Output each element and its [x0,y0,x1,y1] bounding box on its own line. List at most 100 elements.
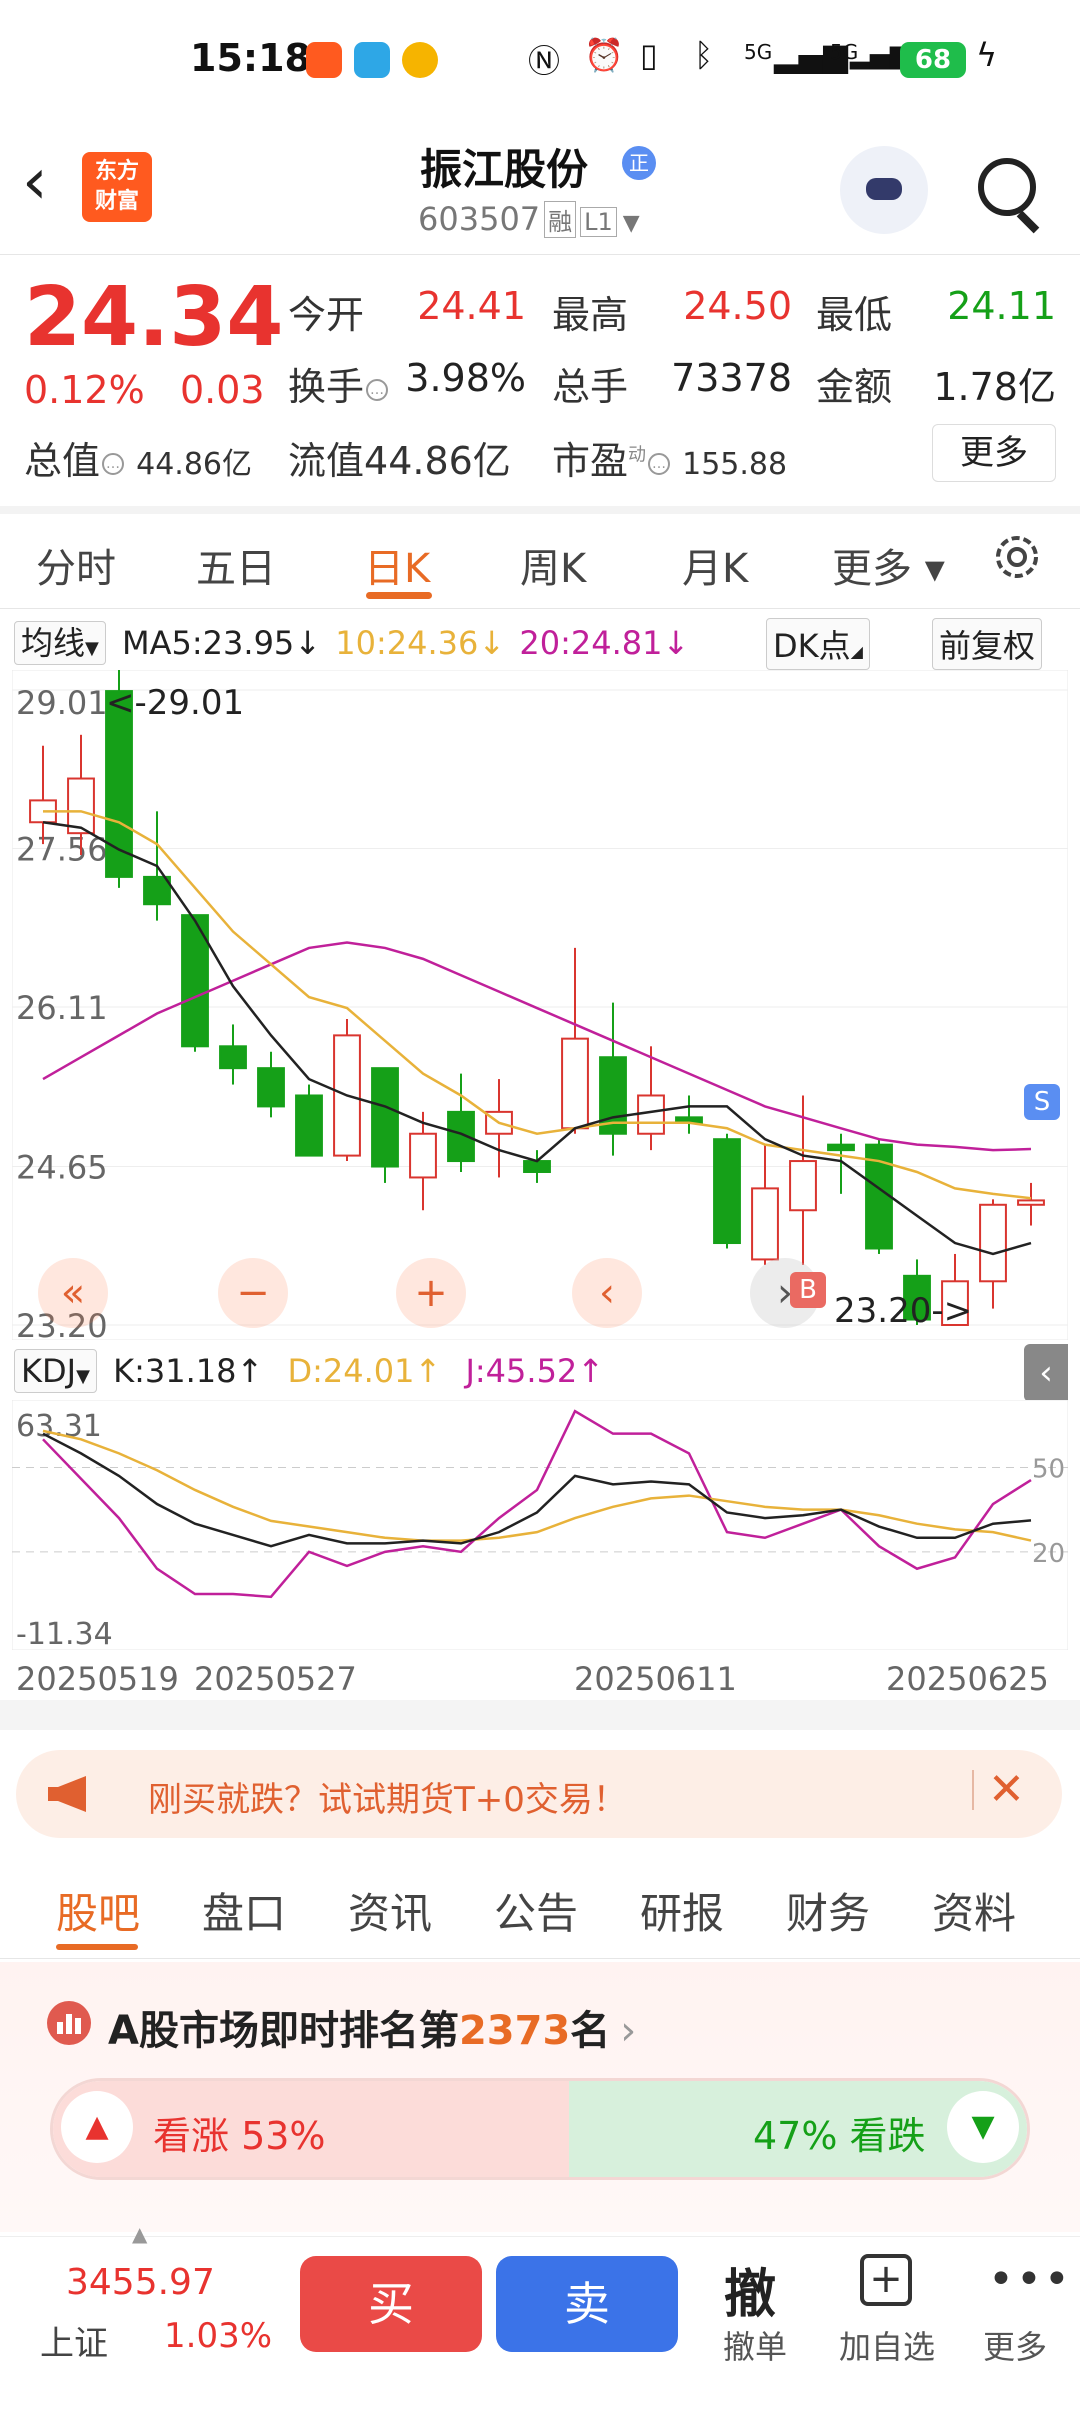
quote-divider [0,506,1080,514]
j-value: J:45.52↑ [465,1352,605,1390]
candle-body [751,1187,779,1261]
ma-selector[interactable]: 均线▼ [14,621,106,665]
candle-body [827,1143,855,1152]
rank-chart-icon [47,2001,91,2045]
more-label[interactable]: 更多 [960,2322,1070,2368]
status-bar: 15:18 Ⓝ ⏰ ▯ ᛒ 5G ▂▄▆ 5G ▂▄▆ 68 ϟ [0,0,1080,120]
index-change[interactable]: 1.03% [164,2316,272,2356]
vote-bar: ▲ 看涨 53% 47% 看跌 ▼ [50,2078,1030,2180]
candle-body [371,1067,399,1168]
brand-logo[interactable]: 东方 财富 [82,152,152,222]
period-tab-3[interactable]: 周K [520,536,586,594]
vibrate-icon: ▯ [640,36,658,74]
promo-banner-text[interactable]: 刚买就跌？试试期货T+0交易！ [148,1772,627,1821]
quote-more-button[interactable]: 更多 [932,424,1056,482]
back-icon[interactable]: ‹ [22,150,48,214]
candle-body [67,777,95,835]
sell-signal-marker[interactable]: S [1024,1084,1060,1120]
candle-body [713,1138,741,1245]
search-icon[interactable] [978,158,1036,216]
stock-name-badge: 正 [622,146,656,180]
index-value[interactable]: 3455.97 [66,2262,215,2303]
index-name[interactable]: 上证 [40,2316,108,2365]
battery-indicator: 68 [900,42,966,78]
ma20-value: 20:24.81↓ [519,624,690,662]
buy-signal-marker[interactable]: B [790,1272,826,1308]
candle-body [1017,1199,1045,1206]
lower-tab-5[interactable]: 财务 [786,1880,870,1941]
telegram-notification-icon [354,42,390,78]
zoom-out-button[interactable]: − [218,1258,288,1328]
lower-tab-4[interactable]: 研报 [640,1880,724,1941]
pe-value: 155.88 [682,447,788,482]
candle-body [561,1037,589,1130]
megaphone-icon [48,1776,86,1812]
buy-button[interactable]: 买 [300,2256,482,2352]
ma-indicator-row: 均线▼ MA5:23.95↓ 10:24.36↓ 20:24.81↓ [14,618,690,665]
expand-up-icon[interactable]: ▲ [132,2222,147,2246]
stock-name[interactable]: 振江股份 [420,136,588,197]
lower-tab-0[interactable]: 股吧 [56,1880,140,1941]
period-tab-2[interactable]: 日K [364,536,430,594]
stock-code-row[interactable]: 603507 融 L1 ▼ [418,200,640,238]
volume-value: 73378 [671,356,792,400]
amount-value: 1.78亿 [933,365,1056,409]
vote-up-label[interactable]: 看涨 53% [153,2105,326,2160]
chevron-down-icon: ▼ [76,1366,90,1387]
more-dots-icon[interactable]: ••• [988,2254,1072,2305]
corner-arrow-icon: ◢ [850,642,863,661]
period-tab-4[interactable]: 月K [682,536,748,594]
add-watchlist-label[interactable]: 加自选 [832,2322,942,2368]
chart-frame [12,670,1068,1340]
gear-icon[interactable] [990,530,1044,584]
help-icon[interactable]: … [648,452,671,475]
logo-line-2: 财富 [94,189,139,214]
scroll-left-button[interactable]: ‹ [572,1258,642,1328]
kdj-axis-label: 63.31 [16,1409,102,1444]
search-icon-handle [1016,210,1040,234]
banner-separator [972,1770,974,1810]
lower-tab-2[interactable]: 资讯 [348,1880,432,1941]
period-tab-0[interactable]: 分时 [36,536,116,594]
dk-point-button[interactable]: DK点◢ [766,618,870,670]
active-tab-indicator [366,592,432,599]
market-cap-label: 总值 [24,439,101,483]
market-rank[interactable]: A股市场即时排名第2373名 › [108,1998,636,2056]
kdj-selector[interactable]: KDJ▼ [14,1349,97,1393]
help-icon[interactable]: … [102,452,125,475]
d-value: D:24.01↑ [287,1352,442,1390]
kdj-indicator-row: KDJ▼ K:31.18↑ D:24.01↑ J:45.52↑ [14,1349,605,1393]
collapse-panel-icon[interactable]: ‹ [1024,1344,1068,1402]
lower-tab-6[interactable]: 资料 [932,1880,1016,1941]
lower-tab-1[interactable]: 盘口 [202,1880,286,1941]
cancel-order-icon[interactable]: 撤 [724,2252,776,2327]
assistant-robot-icon[interactable] [840,146,928,234]
close-icon[interactable]: ✕ [988,1764,1025,1815]
lower-tab-3[interactable]: 公告 [494,1880,578,1941]
pe-row: 市盈动… 155.88 [552,430,787,485]
add-watchlist-icon[interactable]: + [860,2254,912,2306]
kline-chart[interactable]: 29.0127.5626.1124.6523.20<-29.0123.20-> [12,670,1068,1340]
vote-up-button-icon[interactable]: ▲ [61,2091,133,2163]
price-axis-label: 29.01 [16,684,108,722]
zoom-in-button[interactable]: + [396,1258,466,1328]
ma-selector-label: 均线 [21,624,86,662]
adjust-mode-button[interactable]: 前复权 [932,618,1043,670]
period-tab-1[interactable]: 五日 [196,536,276,594]
kdj-axis-label: -11.34 [16,1617,113,1650]
scroll-left-fast-button[interactable]: « [38,1258,108,1328]
signal-1-label: 5G [744,40,773,64]
kdj-chart[interactable]: 63.31 -11.34 50 20 [12,1400,1068,1650]
candle-body [219,1045,247,1070]
cancel-order-label[interactable]: 撤单 [700,2322,810,2368]
period-tab-5[interactable]: 更多 ▾ [832,536,945,594]
volume-label: 总手 [552,365,629,409]
vote-down-label[interactable]: 47% 看跌 [753,2105,926,2160]
date-axis-label: 20250527 [194,1660,357,1698]
sell-button[interactable]: 卖 [496,2256,678,2352]
app-notification-icon [306,42,342,78]
vote-down-button-icon[interactable]: ▼ [947,2091,1019,2163]
bluetooth-icon: ᛒ [694,36,714,74]
rank-prefix: A股市场即时排名第 [108,2008,459,2054]
turnover-label: 换手 [288,365,365,409]
